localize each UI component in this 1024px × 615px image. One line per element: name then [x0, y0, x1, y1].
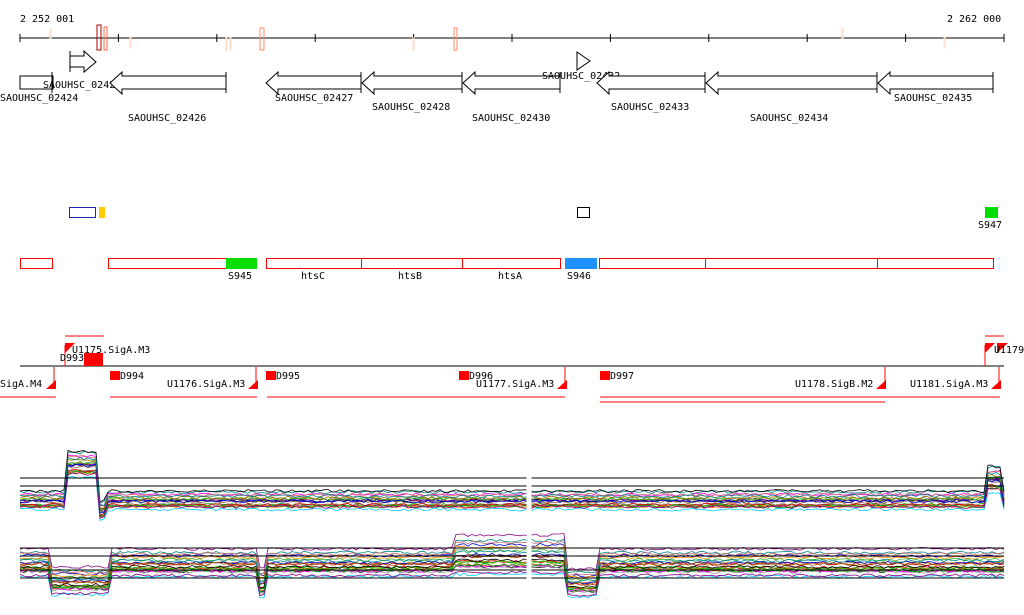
promoter-U1181[interactable]: U1181.SigA.M3 — [910, 379, 988, 390]
ruler-start-label: 2 252 001 — [20, 14, 74, 25]
promoter-U1178[interactable]: U1178.SigB.M2 — [795, 379, 873, 390]
promoter-U1179[interactable]: U1179 — [994, 345, 1024, 356]
feature-S947[interactable] — [985, 207, 998, 218]
ruler-end-label: 2 262 000 — [947, 14, 1001, 25]
svg-text:SAOUHSC_02425: SAOUHSC_02425 — [43, 80, 121, 91]
promoter-D993[interactable]: D993 — [60, 353, 84, 364]
svg-text:htsB: htsB — [398, 271, 422, 282]
feature-S945[interactable] — [226, 258, 257, 269]
gene-SAOUHSC_02425[interactable]: SAOUHSC_02425 — [43, 49, 121, 91]
promoter-D995[interactable]: D995 — [276, 371, 300, 382]
gene-SAOUHSC_02427[interactable]: SAOUHSC_02427 — [265, 70, 362, 104]
coordinate-ruler: 2 252 001 2 262 000 — [19, 14, 1005, 51]
feature-markers: S947 — [69, 207, 1002, 231]
svg-text:SAOUHSC_02434: SAOUHSC_02434 — [750, 113, 828, 124]
gene-SAOUHSC_02426[interactable]: SAOUHSC_02426 — [109, 70, 227, 124]
gene-SAOUHSC_02428[interactable]: SAOUHSC_02428 — [361, 70, 463, 113]
expression-trace — [19, 572, 1005, 599]
expression-trace — [19, 570, 1005, 597]
gene-track: SAOUHSC_02424 SAOUHSC_02425 SAOUHSC_0242… — [0, 49, 994, 124]
feature-S946[interactable] — [565, 258, 597, 269]
promoter-U1177[interactable]: U1177.SigA.M3 — [476, 379, 554, 390]
gene-SAOUHSC_02435[interactable]: SAOUHSC_02435 — [877, 70, 994, 104]
promoter-U1176[interactable]: U1176.SigA.M3 — [167, 379, 245, 390]
svg-text:SAOUHSC_02424: SAOUHSC_02424 — [0, 93, 78, 104]
svg-text:SAOUHSC_02433: SAOUHSC_02433 — [611, 102, 689, 113]
gene-SAOUHSC_02434[interactable]: SAOUHSC_02434 — [705, 70, 878, 124]
svg-text:SAOUHSC_02428: SAOUHSC_02428 — [372, 102, 450, 113]
svg-text:SAOUHSC_02426: SAOUHSC_02426 — [128, 113, 206, 124]
svg-text:SAOUHSC_02427: SAOUHSC_02427 — [275, 93, 353, 104]
transcript-track: S945 htsC htsB htsA S946 — [20, 258, 994, 282]
svg-text:SAOUHSC_02430: SAOUHSC_02430 — [472, 113, 550, 124]
svg-text:htsC: htsC — [301, 271, 325, 282]
genome-browser: 2 252 001 2 262 000 SAOUHSC_02424 SAOUHS… — [0, 0, 1024, 611]
expression-panel-1 — [19, 449, 1005, 521]
promoter-D994[interactable]: D994 — [120, 371, 144, 382]
svg-text:htsA: htsA — [498, 271, 522, 282]
promoter-SigA-M4[interactable]: SigA.M4 — [0, 379, 42, 390]
genome-tracks: 2 252 001 2 262 000 SAOUHSC_02424 SAOUHS… — [0, 14, 1024, 600]
gene-SAOUHSC_02433[interactable]: SAOUHSC_02433 — [596, 70, 706, 113]
expression-panel-2 — [19, 533, 1005, 599]
promoter-D997[interactable]: D997 — [610, 371, 634, 382]
svg-text:SAOUHSC_02435: SAOUHSC_02435 — [894, 93, 972, 104]
promoter-track: U1175.SigA.M3 D993 D994 D995 D996 D997 S… — [0, 335, 1024, 403]
svg-text:S947: S947 — [978, 220, 1002, 231]
svg-text:S945: S945 — [228, 271, 252, 282]
svg-text:S946: S946 — [567, 271, 591, 282]
